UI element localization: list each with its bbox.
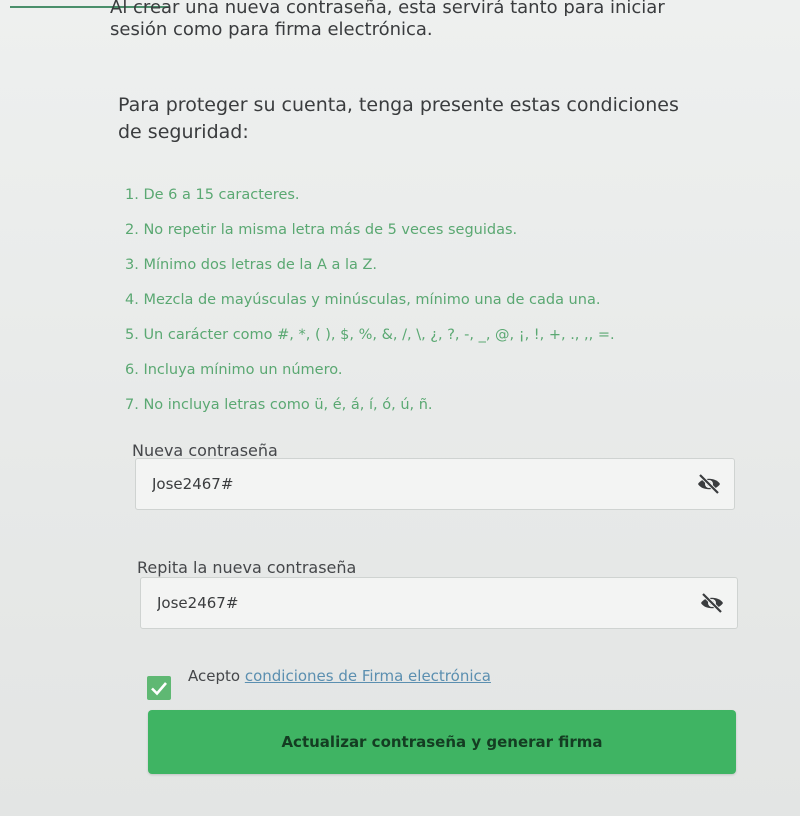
rule-item: 1. De 6 a 15 caracteres. (125, 187, 300, 203)
security-conditions-heading: Para proteger su cuenta, tenga presente … (118, 94, 679, 143)
accept-terms-label: Acepto condiciones de Firma electrónica (188, 667, 491, 685)
accept-prefix: Acepto (188, 667, 245, 685)
rule-item: 7. No incluya letras como ü, é, á, í, ó,… (125, 397, 433, 413)
new-password-field[interactable] (135, 458, 735, 510)
update-password-button[interactable]: Actualizar contraseña y generar firma (148, 710, 736, 774)
eye-slash-icon[interactable] (699, 591, 725, 615)
repeat-password-input[interactable] (157, 578, 637, 628)
intro-line-2: sesión como para firma electrónica. (110, 19, 433, 40)
terms-link[interactable]: condiciones de Firma electrónica (245, 667, 491, 685)
checkmark-icon (151, 682, 167, 696)
eye-slash-icon[interactable] (696, 472, 722, 496)
rule-item: 6. Incluya mínimo un número. (125, 362, 343, 378)
rule-item: 3. Mínimo dos letras de la A a la Z. (125, 257, 378, 273)
accept-terms-checkbox[interactable] (147, 676, 171, 700)
rule-item: 5. Un carácter como #, *, ( ), $, %, &, … (125, 327, 615, 343)
new-password-input[interactable] (152, 459, 632, 509)
rule-item: 2. No repetir la misma letra más de 5 ve… (125, 222, 518, 238)
repeat-password-label: Repita la nueva contraseña (137, 558, 357, 577)
rule-item: 4. Mezcla de mayúsculas y minúsculas, mí… (125, 292, 601, 308)
intro-line-1: Al crear una nueva contraseña, esta serv… (110, 0, 665, 16)
repeat-password-field[interactable] (140, 577, 738, 629)
password-update-page: Al crear una nueva contraseña, esta serv… (0, 0, 800, 816)
intro-text: Al crear una nueva contraseña, esta serv… (110, 0, 670, 44)
password-rules-list: 1. De 6 a 15 caracteres. 2. No repetir l… (125, 178, 685, 423)
